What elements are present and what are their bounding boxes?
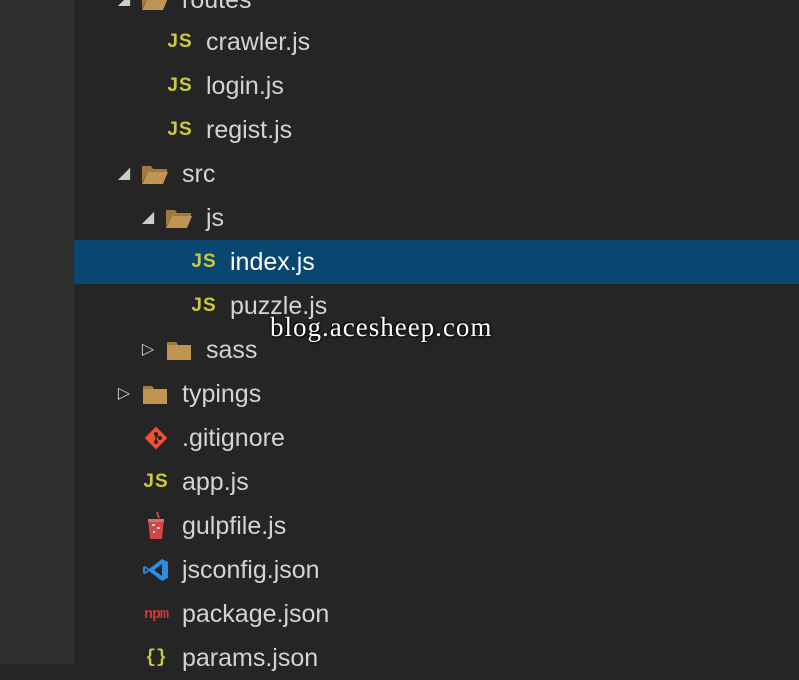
activity-bar [0,0,74,664]
json-icon: {} [145,648,167,668]
tree-item-label: puzzle.js [230,292,328,320]
tree-item-app-js[interactable]: JS app.js [74,460,799,504]
tree-item-label: src [182,160,216,188]
js-file-icon: JS [167,75,193,96]
gulp-icon [141,504,171,548]
chevron-expanded-icon[interactable]: ◢ [114,152,134,196]
git-icon [141,416,171,460]
chevron-expanded-icon[interactable]: ◢ [138,196,158,240]
folder-open-icon [140,152,170,196]
tree-item-sass[interactable]: ▷ sass [74,328,799,372]
tree-item-jsconfig-json[interactable]: jsconfig.json [74,548,799,592]
tree-item-label: regist.js [206,116,293,144]
tree-item-label: crawler.js [206,28,311,56]
chevron-collapsed-icon[interactable]: ▷ [138,328,158,372]
tree-item-label: app.js [182,468,249,496]
folder-open-icon [164,196,194,240]
tree-item-label: params.json [182,644,319,672]
tree-item-puzzle-js[interactable]: JS puzzle.js [74,284,799,328]
tree-item-gitignore[interactable]: .gitignore [74,416,799,460]
js-file-icon: JS [191,295,217,316]
tree-item-label: jsconfig.json [182,556,320,584]
tree-item-label: .gitignore [182,424,285,452]
tree-item-regist-js[interactable]: JS regist.js [74,108,799,152]
tree-item-package-json[interactable]: npm package.json [74,592,799,636]
chevron-collapsed-icon[interactable]: ▷ [114,372,134,416]
tree-item-src[interactable]: ◢ src [74,152,799,196]
tree-item-login-js[interactable]: JS login.js [74,64,799,108]
vscode-icon [141,548,171,592]
tree-item-params-json[interactable]: {} params.json [74,636,799,680]
tree-item-label: typings [182,380,262,408]
js-file-icon: JS [167,119,193,140]
tree-item-label: sass [206,336,258,364]
npm-icon: npm [143,605,169,623]
tree-item-label: index.js [230,248,315,276]
tree-item-index-js[interactable]: JS index.js [74,240,799,284]
js-file-icon: JS [191,251,217,272]
tree-item-label: routes [182,0,252,14]
js-file-icon: JS [143,471,169,492]
folder-closed-icon [164,328,194,372]
tree-item-label: js [206,204,225,232]
tree-item-label: login.js [206,72,284,100]
folder-open-icon [140,0,170,22]
tree-item-crawler-js[interactable]: JS crawler.js [74,20,799,64]
tree-item-gulpfile-js[interactable]: gulpfile.js [74,504,799,548]
chevron-expanded-icon[interactable]: ◢ [114,0,134,22]
tree-item-label: gulpfile.js [182,512,287,540]
js-file-icon: JS [167,31,193,52]
tree-item-typings[interactable]: ▷ typings [74,372,799,416]
tree-item-label: package.json [182,600,330,628]
folder-closed-icon [140,372,170,416]
tree-item-js-folder[interactable]: ◢ js [74,196,799,240]
file-explorer-tree: ◢ routes JS crawler.js JS login.js JS re… [74,0,799,672]
tree-item-routes[interactable]: ◢ routes [74,0,799,22]
